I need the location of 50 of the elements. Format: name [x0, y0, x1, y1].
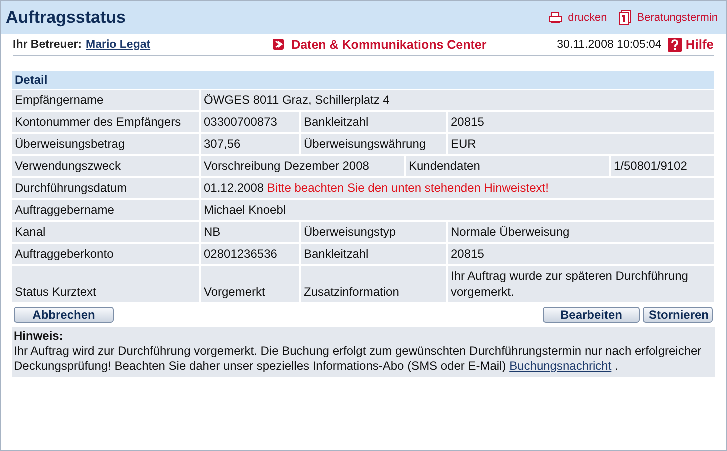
field-label: Empfängername [12, 90, 201, 110]
field-label: Überweisungswährung [301, 134, 448, 154]
calendar-icon [619, 10, 632, 25]
field-value: 01.12.2008 [204, 181, 264, 195]
advisor-link[interactable]: Mario Legat [86, 38, 151, 50]
field-value: EUR [448, 134, 714, 154]
arrow-icon [272, 39, 284, 50]
field-label: Auftraggebername [12, 200, 201, 220]
center-link[interactable]: Daten & Kommunikations Center [292, 38, 487, 52]
warning-text: Bitte beachten Sie den unten stehenden Hinweistext! [267, 181, 549, 195]
cancel-order-button[interactable]: Stornieren [643, 307, 713, 323]
field-label: Kontonummer des Empfängers [12, 112, 201, 132]
field-label: Kundendaten [406, 156, 611, 176]
field-value: 20815 [448, 112, 714, 132]
advisor-label: Ihr Betreuer: [13, 38, 82, 50]
field-label: Überweisungstyp [301, 222, 448, 242]
field-label: Kanal [12, 222, 201, 242]
printer-icon [549, 12, 562, 24]
hint-title: Hinweis: [14, 329, 64, 344]
field-value: Vorgemerkt [201, 266, 301, 302]
field-label: Durchführungsdatum [12, 178, 201, 198]
field-label: Bankleitzahl [301, 244, 448, 264]
field-value: Vorschreibung Dezember 2008 [201, 156, 406, 176]
hint-text: Ihr Auftrag wird zur Durchführung vorgemerkt. Die Buchung erfolgt zum gewünschten Durchführungstermin nur nach erfolgreicher Deckungsprüfung! Beachten Sie daher unser spezielles Informations-Abo (SMS oder E-Mail) Buchungsnachricht . [14, 344, 703, 374]
section-header: Detail [12, 71, 714, 90]
field-value: 307,56 [201, 134, 301, 154]
help-link[interactable]: Hilfe [686, 37, 714, 52]
field-label: Bankleitzahl [301, 112, 448, 132]
field-value: ÖWGES 8011 Graz, Schillerplatz 4 [201, 90, 714, 110]
field-label: Verwendungszweck [12, 156, 201, 176]
field-value: 1/50801/9102 [611, 156, 714, 176]
cancel-button[interactable]: Abbrechen [14, 307, 114, 323]
field-value: Michael Knoebl [201, 200, 714, 220]
field-label: Status Kurztext [12, 266, 201, 302]
field-value: 03300700873 [201, 112, 301, 132]
action-link[interactable]: drucken [568, 12, 608, 24]
field-label: Auftraggeberkonto [12, 244, 201, 264]
field-value: Ihr Auftrag wurde zur späteren Durchführung vorgemerkt. [448, 266, 714, 302]
field-value: 02801236536 [201, 244, 301, 264]
help-icon [668, 38, 682, 52]
field-value: NB [201, 222, 301, 242]
page-title: Auftragsstatus [6, 8, 127, 28]
field-label: Überweisungsbetrag [12, 134, 201, 154]
field-label: Zusatzinformation [301, 266, 448, 302]
action-link[interactable]: Beratungstermin [637, 12, 718, 24]
field-value: 20815 [448, 244, 714, 264]
edit-button[interactable]: Bearbeiten [543, 307, 640, 323]
field-value: Normale Überweisung [448, 222, 714, 242]
booking-notice-link[interactable]: Buchungsnachricht [510, 359, 612, 373]
date-time: 30.11.2008 10:05:04 [557, 38, 662, 50]
